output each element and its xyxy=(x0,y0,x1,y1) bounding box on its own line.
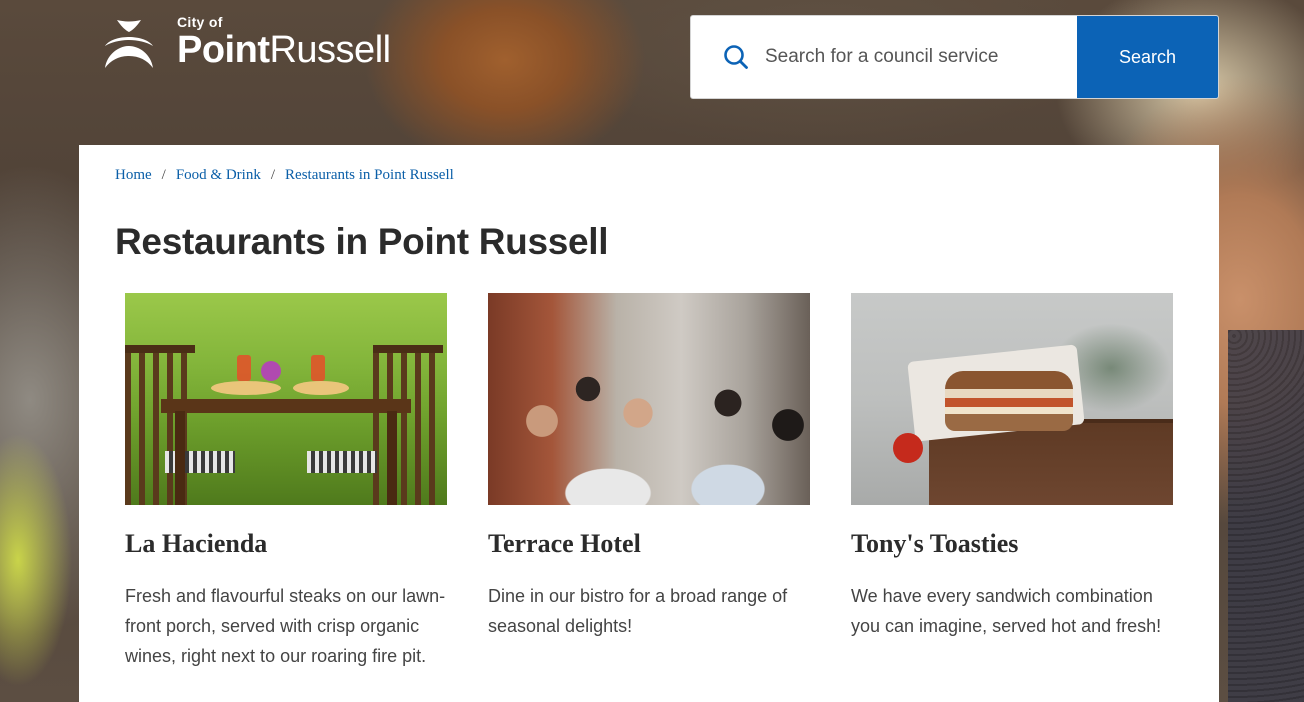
breadcrumb-home[interactable]: Home xyxy=(115,167,152,184)
card-title[interactable]: La Hacienda xyxy=(125,529,447,559)
plate-shape xyxy=(211,381,281,395)
search-input[interactable] xyxy=(751,16,1077,98)
logo-name: PointRussell xyxy=(177,30,391,70)
restaurant-list: La Hacienda Fresh and flavourful steaks … xyxy=(125,293,1173,671)
table-leg-shape xyxy=(387,411,397,505)
flower-shape xyxy=(261,361,281,381)
card-description: We have every sandwich combination you c… xyxy=(851,586,1162,636)
restaurant-card-terrace-hotel[interactable]: Terrace Hotel Dine in our bistro for a b… xyxy=(488,293,810,671)
main-content: Home / Food & Drink / Restaurants in Poi… xyxy=(79,145,1219,702)
restaurant-image[interactable] xyxy=(851,293,1173,505)
sandwich-shape xyxy=(945,371,1073,431)
table-shape xyxy=(161,399,411,413)
breadcrumb-current[interactable]: Restaurants in Point Russell xyxy=(285,167,454,184)
breadcrumb-separator: / xyxy=(161,167,166,183)
table-leg-shape xyxy=(175,411,185,505)
chair-shape xyxy=(373,345,443,505)
restaurant-image[interactable] xyxy=(488,293,810,505)
breadcrumb-food-drink[interactable]: Food & Drink xyxy=(176,167,261,184)
card-title[interactable]: Tony's Toasties xyxy=(851,529,1173,559)
restaurant-image[interactable] xyxy=(125,293,447,505)
breadcrumb-separator: / xyxy=(270,167,276,183)
logo-name-bold: Point xyxy=(177,29,270,71)
tomato-shape xyxy=(893,433,923,463)
cushion-shape xyxy=(307,451,377,473)
site-logo[interactable]: City of PointRussell xyxy=(103,14,391,72)
city-logo-icon xyxy=(105,20,153,68)
breadcrumb: Home / Food & Drink / Restaurants in Poi… xyxy=(115,167,454,184)
logo-small-text: City of xyxy=(177,14,223,30)
card-title[interactable]: Terrace Hotel xyxy=(488,529,810,559)
search-button[interactable]: Search xyxy=(1077,16,1218,98)
glass-shape xyxy=(237,355,251,381)
search-icon xyxy=(691,16,751,98)
plate-shape xyxy=(293,381,349,395)
card-description: Dine in our bistro for a broad range of … xyxy=(488,586,788,636)
logo-name-regular: Russell xyxy=(269,29,391,71)
restaurant-card-tonys-toasties[interactable]: Tony's Toasties We have every sandwich c… xyxy=(851,293,1173,671)
restaurant-card-la-hacienda[interactable]: La Hacienda Fresh and flavourful steaks … xyxy=(125,293,447,671)
search-bar: Search xyxy=(690,15,1219,99)
page-title: Restaurants in Point Russell xyxy=(115,221,609,262)
glass-shape xyxy=(311,355,325,381)
card-description: Fresh and flavourful steaks on our lawn-… xyxy=(125,586,446,666)
